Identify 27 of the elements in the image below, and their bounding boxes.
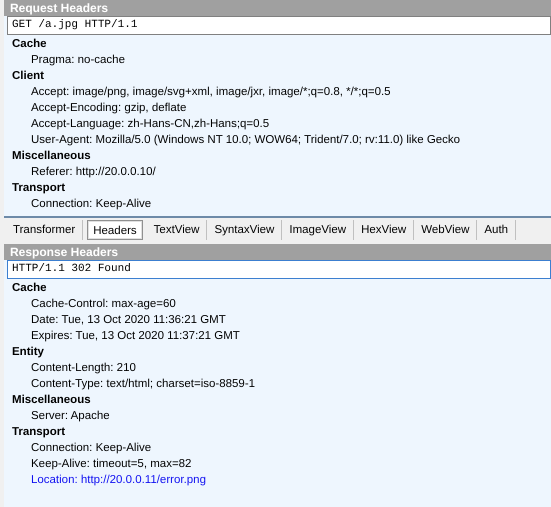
header-item[interactable]: Date: Tue, 13 Oct 2020 11:36:21 GMT xyxy=(31,312,226,328)
group-label[interactable]: Miscellaneous xyxy=(4,392,91,408)
header-item[interactable]: Content-Length: 210 xyxy=(31,360,136,376)
header-item[interactable]: Accept-Encoding: gzip, deflate xyxy=(31,100,186,116)
header-item[interactable]: Server: Apache xyxy=(31,408,110,424)
group-label[interactable]: Entity xyxy=(4,344,44,360)
section-title: Response Headers xyxy=(4,244,551,260)
section-title: Request Headers xyxy=(4,0,551,16)
group-label[interactable]: Cache xyxy=(4,36,47,52)
header-item[interactable]: Content-Type: text/html; charset=iso-8859-1 xyxy=(31,376,256,392)
header-item[interactable]: Accept: image/png, image/svg+xml, image/jxr, image/*;q=0.8, */*;q=0.5 xyxy=(31,84,391,100)
header-item[interactable]: Expires: Tue, 13 Oct 2020 11:37:21 GMT xyxy=(31,328,240,344)
header-item[interactable]: Connection: Keep-Alive xyxy=(31,196,152,212)
header-item[interactable]: Connection: Keep-Alive xyxy=(31,440,152,456)
group-label[interactable]: Transport xyxy=(4,180,66,196)
header-item[interactable]: Keep-Alive: timeout=5, max=82 xyxy=(31,456,192,472)
group-label[interactable]: Transport xyxy=(4,424,66,440)
tab[interactable]: Headers xyxy=(87,220,143,240)
header-item[interactable]: Referer: http://20.0.0.10/ xyxy=(31,164,156,180)
header-link[interactable]: Location: http://20.0.0.11/error.png xyxy=(31,472,206,488)
group-label[interactable]: Client xyxy=(4,68,44,84)
header-item[interactable]: Pragma: no-cache xyxy=(31,52,125,68)
header-item[interactable]: Accept-Language: zh-Hans-CN,zh-Hans;q=0.5 xyxy=(31,116,270,132)
group-label[interactable]: Cache xyxy=(4,280,47,296)
header-item[interactable]: Cache-Control: max-age=60 xyxy=(31,296,176,312)
group-label[interactable]: Miscellaneous xyxy=(4,148,91,164)
header-item[interactable]: User-Agent: Mozilla/5.0 (Windows NT 10.0; WOW64; Trident/7.0; rv:11.0) like Gecko xyxy=(31,132,460,148)
